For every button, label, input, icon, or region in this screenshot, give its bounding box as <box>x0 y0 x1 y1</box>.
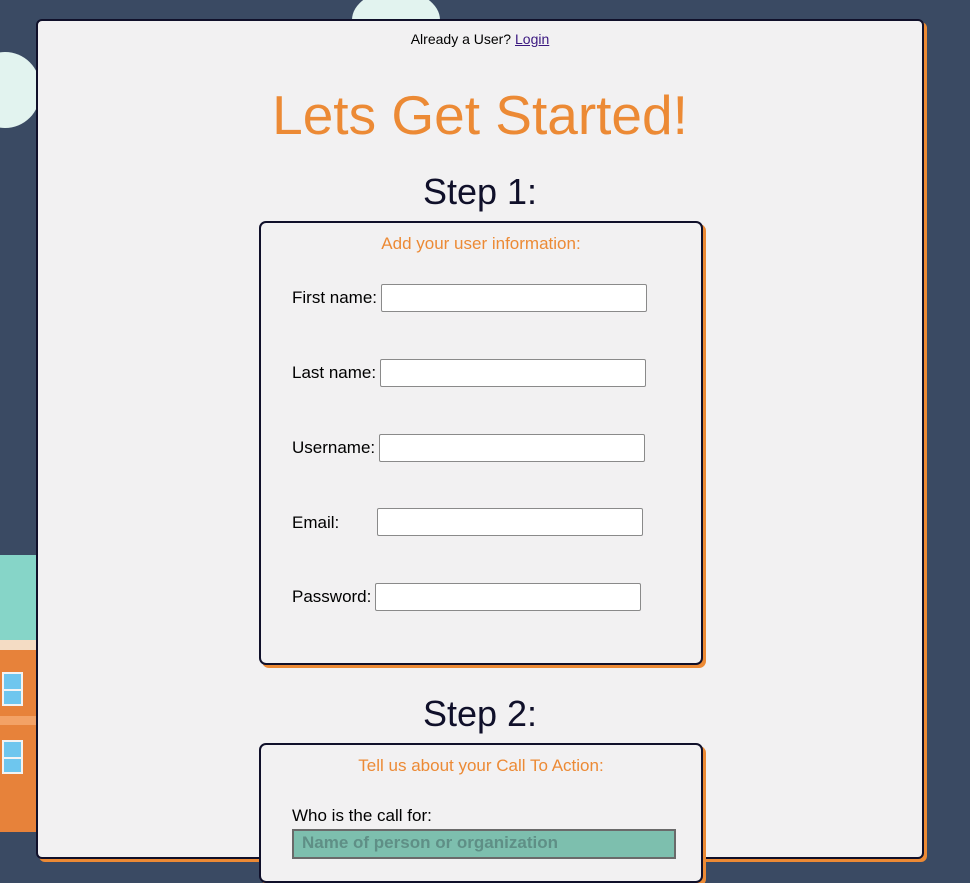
username-field[interactable] <box>379 434 645 462</box>
who-select[interactable]: Name of person or organization <box>292 829 676 859</box>
email-label: Email: <box>292 513 340 532</box>
last-name-field[interactable] <box>380 359 646 387</box>
first-name-field[interactable] <box>381 284 647 312</box>
step2-heading: Step 2: <box>422 693 538 734</box>
username-label: Username: <box>292 438 376 457</box>
call-to-action-section: Tell us about your Call To Action: Who i… <box>259 743 703 883</box>
window-icon <box>2 740 23 774</box>
building-body <box>0 650 36 832</box>
password-field[interactable] <box>375 583 641 611</box>
building-illustration <box>0 555 36 640</box>
last-name-label: Last name: <box>292 363 377 382</box>
user-info-section: Add your user information: First name: L… <box>259 221 703 665</box>
user-info-subheading: Add your user information: <box>381 234 581 253</box>
cloud-decoration <box>0 52 40 128</box>
email-field[interactable] <box>377 508 643 536</box>
first-name-label: First name: <box>292 288 378 307</box>
already-user-line: Already a User? Login <box>38 31 922 47</box>
already-user-text: Already a User? <box>410 31 512 47</box>
window-icon <box>2 672 23 706</box>
building-trim <box>0 640 36 650</box>
page-title: Lets Get Started! <box>272 84 688 146</box>
step1-heading: Step 1: <box>422 171 538 212</box>
building-stripe <box>0 716 36 725</box>
login-link[interactable]: Login <box>515 31 549 47</box>
call-to-action-subheading: Tell us about your Call To Action: <box>358 756 604 775</box>
who-label: Who is the call for: <box>292 806 432 825</box>
signup-card: Already a User? Login Lets Get Started! … <box>36 19 924 883</box>
password-label: Password: <box>292 587 372 606</box>
